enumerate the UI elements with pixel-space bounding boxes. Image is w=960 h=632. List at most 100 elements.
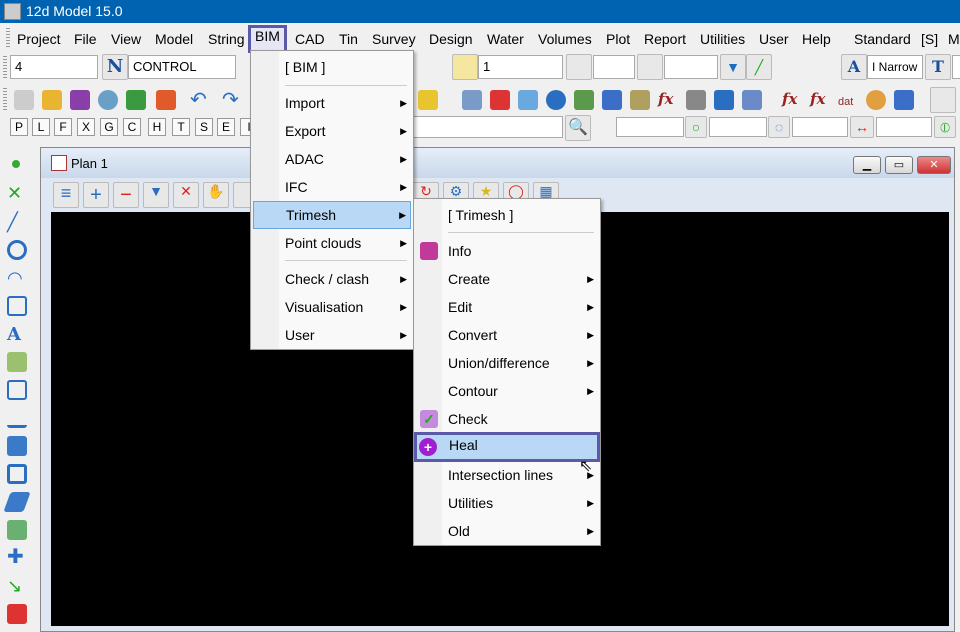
line-icon[interactable]: ╱ bbox=[7, 212, 27, 232]
undo-icon[interactable]: ↶ bbox=[190, 90, 210, 110]
trimesh-menu-header[interactable]: [ Trimesh ] bbox=[416, 202, 598, 228]
bim-user[interactable]: User ▶ bbox=[253, 322, 411, 348]
grip[interactable] bbox=[3, 88, 7, 110]
menu-standard[interactable]: Standard bbox=[850, 28, 915, 50]
weight-icon[interactable] bbox=[637, 54, 663, 80]
open-folder-icon[interactable] bbox=[42, 90, 62, 110]
menu-bim[interactable]: BIM bbox=[248, 25, 287, 53]
menu-volumes[interactable]: Volumes bbox=[534, 28, 596, 50]
point-icon[interactable] bbox=[12, 160, 20, 168]
lock-t[interactable]: T bbox=[172, 118, 190, 136]
menu-help[interactable]: Help bbox=[798, 28, 835, 50]
symbol-icon[interactable] bbox=[7, 352, 27, 372]
linestyle-icon[interactable] bbox=[566, 54, 592, 80]
trimesh-heal[interactable]: + Heal bbox=[414, 432, 600, 462]
menu-tin[interactable]: Tin bbox=[335, 28, 362, 50]
new-project-icon[interactable] bbox=[14, 90, 34, 110]
search-icon[interactable]: 🔍 bbox=[565, 115, 591, 141]
bim-point-clouds[interactable]: Point clouds ▶ bbox=[253, 230, 411, 256]
trimesh-intersection-lines[interactable]: Intersection lines ▶ bbox=[416, 462, 598, 488]
linestyle-field[interactable] bbox=[593, 55, 635, 79]
minimize-button[interactable]: ▁ bbox=[853, 156, 881, 174]
move-icon[interactable]: ✚ bbox=[7, 547, 27, 568]
menu-cad[interactable]: CAD bbox=[291, 28, 329, 50]
lock-e[interactable]: E bbox=[217, 118, 235, 136]
trimesh-info[interactable]: Info bbox=[416, 238, 598, 264]
image-tool-icon[interactable] bbox=[7, 520, 27, 540]
menu-utilities[interactable]: Utilities bbox=[696, 28, 749, 50]
intersection-icon[interactable]: ✕ bbox=[7, 184, 27, 204]
trimesh-utilities[interactable]: Utilities ▶ bbox=[416, 490, 598, 516]
copy-icon[interactable] bbox=[7, 380, 27, 400]
tag-icon[interactable] bbox=[518, 90, 538, 110]
menu-s[interactable]: [S] bbox=[917, 28, 942, 50]
text-tool-icon[interactable]: A bbox=[7, 324, 27, 345]
plan-title-bar[interactable]: Plan 1 ▁ ▭ ✕ bbox=[41, 148, 954, 178]
pen-icon[interactable]: ╱ bbox=[746, 54, 772, 80]
menu-m[interactable]: M bbox=[944, 28, 960, 50]
menu-model[interactable]: Model bbox=[151, 28, 197, 50]
bim-export[interactable]: Export ▶ bbox=[253, 118, 411, 144]
radius-field[interactable] bbox=[616, 117, 684, 137]
dimension-icon[interactable] bbox=[7, 408, 27, 428]
name-button[interactable]: N bbox=[102, 54, 128, 80]
edit-fx-icon[interactable]: fx bbox=[810, 90, 830, 110]
menu-report[interactable]: Report bbox=[640, 28, 690, 50]
trimesh-convert[interactable]: Convert ▶ bbox=[416, 322, 598, 348]
calendar-icon[interactable] bbox=[490, 90, 510, 110]
diameter-icon[interactable]: ◌ bbox=[768, 116, 790, 138]
zoom-in-icon[interactable]: + bbox=[83, 182, 109, 208]
arc-icon[interactable]: ⦶ bbox=[934, 116, 956, 138]
z-button[interactable] bbox=[452, 54, 478, 80]
edit-dat-icon[interactable]: dat bbox=[838, 90, 858, 110]
menu-file[interactable]: File bbox=[70, 28, 101, 50]
snap-point-icon[interactable] bbox=[930, 87, 956, 113]
trimesh-union-difference[interactable]: Union/difference ▶ bbox=[416, 350, 598, 376]
bim-ifc[interactable]: IFC ▶ bbox=[253, 174, 411, 200]
user-icon[interactable] bbox=[546, 90, 566, 110]
menu-design[interactable]: Design bbox=[425, 28, 477, 50]
length-icon[interactable]: ↔ bbox=[850, 116, 874, 138]
trimesh-create[interactable]: Create ▶ bbox=[416, 266, 598, 292]
zoom-out-icon[interactable]: − bbox=[113, 182, 139, 208]
network-icon[interactable] bbox=[714, 90, 734, 110]
image-icon[interactable] bbox=[574, 90, 594, 110]
menu-view[interactable]: View bbox=[107, 28, 145, 50]
menu-icon[interactable]: ≡ bbox=[53, 182, 79, 208]
profile-icon[interactable] bbox=[686, 90, 706, 110]
arrow-icon[interactable]: ↘ bbox=[7, 576, 27, 596]
length-field[interactable] bbox=[792, 117, 848, 137]
close-button[interactable]: ✕ bbox=[917, 156, 951, 174]
rectangle-icon[interactable] bbox=[7, 296, 27, 316]
plane-icon[interactable] bbox=[3, 492, 31, 512]
drape-icon[interactable] bbox=[7, 604, 27, 624]
function-icon[interactable]: fx bbox=[658, 90, 678, 110]
grip[interactable] bbox=[3, 56, 7, 78]
bim-visualisation[interactable]: Visualisation ▶ bbox=[253, 294, 411, 320]
diameter-field[interactable] bbox=[709, 117, 767, 137]
table-icon[interactable] bbox=[462, 90, 482, 110]
tools-icon[interactable] bbox=[742, 90, 762, 110]
menu-survey[interactable]: Survey bbox=[368, 28, 420, 50]
save-icon[interactable] bbox=[70, 90, 90, 110]
text-style-icon[interactable]: T bbox=[925, 54, 951, 80]
menu-water[interactable]: Water bbox=[483, 28, 528, 50]
dropdown-icon[interactable]: ▼ bbox=[720, 54, 746, 80]
menu-user[interactable]: User bbox=[755, 28, 793, 50]
frame-icon[interactable] bbox=[7, 464, 27, 484]
name-field[interactable]: CONTROL bbox=[128, 55, 236, 79]
lock-f[interactable]: F bbox=[54, 118, 72, 136]
window-icon[interactable] bbox=[894, 90, 914, 110]
fit-icon[interactable]: ✕ bbox=[173, 182, 199, 208]
lock-s[interactable]: S bbox=[195, 118, 213, 136]
number-field[interactable]: 4 bbox=[10, 55, 98, 79]
lock-h[interactable]: H bbox=[148, 118, 166, 136]
search-field[interactable] bbox=[413, 116, 563, 138]
circle-tool-icon[interactable] bbox=[7, 240, 27, 260]
weight-field[interactable] bbox=[664, 55, 718, 79]
menu-string[interactable]: String bbox=[204, 28, 249, 50]
trimesh-contour[interactable]: Contour ▶ bbox=[416, 378, 598, 404]
menu-project[interactable]: Project bbox=[13, 28, 65, 50]
offset-field[interactable] bbox=[876, 117, 932, 137]
grip[interactable] bbox=[6, 28, 10, 48]
